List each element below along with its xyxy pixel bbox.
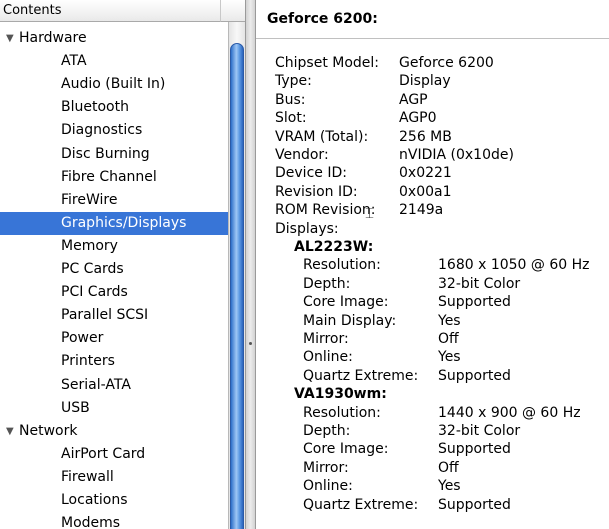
outline-item[interactable]: PC Cards — [0, 258, 228, 281]
pane-splitter[interactable] — [245, 0, 256, 529]
outline-item[interactable]: Modems — [0, 512, 228, 529]
display-field-label: Core Image: — [303, 441, 389, 458]
display-field-label: Online: — [303, 349, 353, 366]
splitter-grip-icon — [249, 342, 252, 345]
display-field-value: Supported — [438, 441, 511, 458]
outline-item[interactable]: Printers — [0, 350, 228, 373]
outline-item[interactable]: Bluetooth — [0, 96, 228, 119]
field-label: Chipset Model: — [275, 55, 380, 71]
detail-pane: Geforce 6200: Chipset Model: Geforce 6200… — [256, 0, 609, 529]
display-field-value: Off — [438, 459, 459, 476]
outline-item[interactable]: Power — [0, 327, 228, 350]
display-field-value: 1680 x 1050 @ 60 Hz — [438, 257, 590, 274]
display-field-value: Yes — [438, 478, 461, 495]
title-divider — [256, 38, 609, 39]
outline-item[interactable]: Memory — [0, 235, 228, 258]
display-field-value: 1440 x 900 @ 60 Hz — [438, 404, 581, 421]
display-field-label: Resolution: — [303, 404, 381, 421]
display-name: AL2223W: — [294, 239, 374, 255]
display-field-value: Supported — [438, 294, 511, 311]
field-value: AGP — [399, 91, 428, 108]
field-label: Device ID: — [275, 165, 347, 182]
display-field-label: Mirror: — [303, 459, 349, 476]
disclosure-triangle-icon[interactable]: ▼ — [6, 420, 19, 443]
outline-group-hardware[interactable]: ▼ Hardware — [0, 27, 234, 50]
display-name: VA1930wm: — [294, 386, 387, 403]
field-label: Revision ID: — [275, 183, 358, 200]
outline-group-label: Hardware — [19, 30, 87, 46]
contents-sidebar: Contents ▼ Hardware ATA Audio (Built In) Blu… — [0, 0, 245, 529]
field-value: AGP0 — [399, 110, 437, 127]
field-value: 0x00a1 — [399, 183, 452, 200]
display-field-value: Off — [438, 331, 459, 347]
outline-item[interactable]: Fibre Channel — [0, 166, 228, 189]
display-field-label: Depth: — [303, 275, 351, 292]
field-label: Slot: — [275, 110, 307, 127]
outline-group-label: Network — [19, 422, 78, 439]
text-cursor-icon: ⌶ — [365, 204, 375, 222]
disclosure-triangle-icon[interactable]: ▼ — [6, 27, 19, 50]
display-field-value: Supported — [438, 496, 511, 513]
outline-item[interactable]: Diagnostics — [0, 119, 228, 142]
outline-item[interactable]: Graphics/Displays — [0, 211, 228, 235]
field-value: 0x0221 — [399, 165, 452, 182]
outline-item[interactable]: PCI Cards — [0, 281, 228, 304]
field-value: Geforce 6200 — [399, 55, 494, 71]
field-label: Vendor: — [275, 147, 329, 163]
outline-item[interactable]: Locations — [0, 489, 228, 512]
field-label: VRAM (Total): — [275, 128, 369, 145]
outline-group-network[interactable]: ▼ Network — [0, 420, 234, 443]
field-label: Type: — [275, 73, 312, 90]
contents-column-header[interactable]: Contents — [0, 0, 220, 22]
display-field-value: Supported — [438, 367, 511, 384]
outline-item[interactable]: Disc Burning — [0, 143, 228, 166]
display-field-label: Depth: — [303, 423, 351, 439]
display-field-label: Resolution: — [303, 257, 381, 274]
outline-item[interactable]: Firewall — [0, 466, 228, 489]
field-value: nVIDIA (0x10de) — [399, 147, 514, 163]
outline-item[interactable]: FireWire — [0, 189, 228, 212]
display-field-label: Core Image: — [303, 294, 389, 311]
display-field-value: Yes — [438, 312, 461, 329]
field-value: 256 MB — [399, 128, 452, 145]
field-label: ROM Revision: — [275, 202, 376, 219]
outline-item[interactable]: AirPort Card — [0, 443, 228, 466]
displays-label: Displays: — [275, 220, 339, 237]
detail-title: Geforce 6200: — [267, 11, 378, 27]
field-label: Bus: — [275, 91, 306, 108]
outline-item[interactable]: Parallel SCSI — [0, 304, 228, 327]
outline-item[interactable]: Serial-ATA — [0, 374, 228, 397]
column-header-filler — [220, 0, 245, 22]
display-field-value: 32-bit Color — [438, 275, 521, 292]
outline-item[interactable]: USB — [0, 397, 228, 420]
outline-item[interactable]: ATA — [0, 50, 228, 73]
field-value: 2149a — [399, 202, 444, 219]
display-field-label: Online: — [303, 478, 353, 495]
field-value: Display — [399, 73, 451, 90]
display-field-label: Quartz Extreme: — [303, 367, 419, 384]
sidebar-scrollbar[interactable] — [228, 22, 245, 529]
display-field-value: 32-bit Color — [438, 423, 521, 439]
display-field-value: Yes — [438, 349, 461, 366]
display-field-label: Quartz Extreme: — [303, 496, 419, 513]
sidebar-scroll-thumb[interactable] — [230, 43, 244, 529]
display-field-label: Mirror: — [303, 331, 349, 347]
display-field-label: Main Display: — [303, 312, 397, 329]
outline-item[interactable]: Audio (Built In) — [0, 73, 228, 96]
